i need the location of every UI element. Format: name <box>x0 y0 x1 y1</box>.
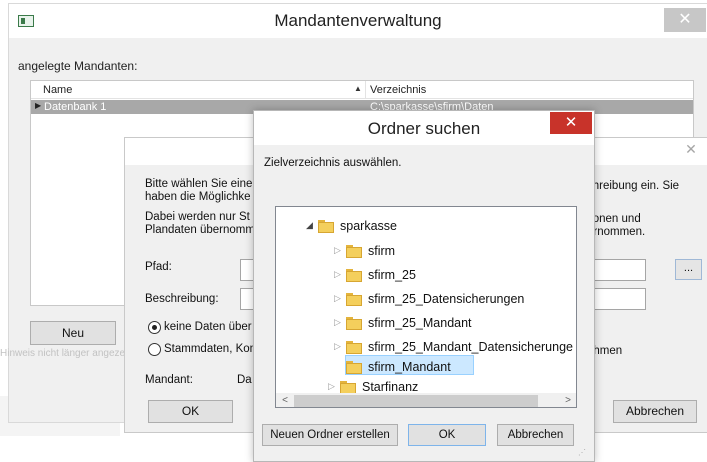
scroll-right-icon[interactable]: > <box>560 393 576 407</box>
intro-text-line: Dabei werden nur St <box>145 211 250 223</box>
horizontal-scrollbar[interactable]: < > <box>276 393 576 407</box>
resize-grip-icon[interactable]: ⋰ <box>578 448 590 460</box>
sort-ascending-icon: ▲ <box>354 84 362 93</box>
tree-item-label: sfirm_25 <box>368 268 416 282</box>
column-divider[interactable] <box>365 81 366 99</box>
mandant-label: Mandant: <box>145 374 193 386</box>
folder-icon <box>346 293 362 306</box>
radio-keine-daten-label[interactable]: keine Daten über <box>164 321 252 333</box>
mandant-value: Da <box>237 374 252 386</box>
tree-item-label: sfirm_Mandant <box>368 360 451 374</box>
tree-item-label: sfirm_25_Mandant_Datensicherunge <box>368 340 573 354</box>
collapsed-arrow-icon[interactable]: ▷ <box>328 381 335 392</box>
close-icon[interactable]: ✕ <box>673 138 707 160</box>
row-name-cell: Datenbank 1 <box>44 101 107 113</box>
beschreibung-label: Beschreibung: <box>145 293 219 305</box>
tree-item-label: Starfinanz <box>362 380 419 394</box>
column-header-verzeichnis[interactable]: Verzeichnis <box>370 84 426 96</box>
pfad-label: Pfad: <box>145 261 172 273</box>
neu-button[interactable]: Neu <box>30 321 116 345</box>
intro-text-line: haben die Möglichke <box>145 191 251 203</box>
abbrechen-button[interactable]: Abbrechen <box>497 424 574 446</box>
intro-text-line: Plandaten übernomm <box>145 224 255 236</box>
close-icon[interactable]: ✕ <box>664 8 706 32</box>
tree-item-label: sfirm_25_Mandant <box>368 316 472 330</box>
horizontal-scroll-thumb[interactable] <box>294 395 538 407</box>
ok-button[interactable]: OK <box>148 400 233 423</box>
folder-icon <box>346 361 362 374</box>
folder-icon <box>346 245 362 258</box>
window-title: Mandantenverwaltung <box>274 11 442 30</box>
radio-stammdaten[interactable] <box>148 343 161 356</box>
intro-text-fragment: chreibung ein. Sie <box>587 180 680 192</box>
intro-text-fragment: tionen und <box>587 213 641 225</box>
radio-keine-daten[interactable] <box>148 321 161 334</box>
list-header: Name ▲ Verzeichnis <box>31 81 693 99</box>
collapsed-arrow-icon[interactable]: ▷ <box>334 341 341 352</box>
dialog-title: Ordner suchen <box>367 119 481 138</box>
browse-button[interactable]: ... <box>675 259 702 280</box>
collapsed-arrow-icon[interactable]: ▷ <box>334 317 341 328</box>
close-icon[interactable]: ✕ <box>550 112 592 134</box>
folder-icon <box>346 269 362 282</box>
intro-text-line: Bitte wählen Sie eine <box>145 178 253 190</box>
abbrechen-button[interactable]: Abbrechen <box>613 400 697 423</box>
instruction-text: Zielverzeichnis auswählen. <box>264 157 402 169</box>
tree-item-label: sfirm_25_Datensicherungen <box>368 292 525 306</box>
tree-item-label: sparkasse <box>340 219 397 233</box>
tree-item-label: sfirm <box>368 244 396 258</box>
row-pointer-icon: ▶ <box>35 101 42 110</box>
scroll-left-icon[interactable]: < <box>277 393 293 407</box>
folder-icon <box>346 341 362 354</box>
folder-dialog-titlebar: Ordner suchen ✕ <box>254 111 594 145</box>
collapsed-arrow-icon[interactable]: ▷ <box>334 293 341 304</box>
main-titlebar: Mandantenverwaltung ✕ <box>9 4 707 38</box>
mandanten-list-caption: angelegte Mandanten: <box>18 59 138 73</box>
expanded-arrow-icon[interactable]: ◢ <box>306 220 313 231</box>
ok-button[interactable]: OK <box>408 424 486 446</box>
ordner-suchen-dialog: Ordner suchen ✕ Zielverzeichnis auswähle… <box>253 110 595 462</box>
folder-tree[interactable]: ◢ sparkasse ▷ sfirm ▷ sfirm_25 ▷ sfirm_2… <box>275 206 577 408</box>
new-folder-button[interactable]: Neuen Ordner erstellen <box>262 424 398 446</box>
intro-text-fragment: ernommen. <box>587 226 646 238</box>
collapsed-arrow-icon[interactable]: ▷ <box>334 269 341 280</box>
hint-text: Hinweis nicht länger angezeigt <box>0 348 136 359</box>
folder-icon <box>346 317 362 330</box>
radio-stammdaten-label[interactable]: Stammdaten, Kon <box>164 343 256 355</box>
column-header-name[interactable]: Name <box>43 84 72 96</box>
folder-icon <box>318 220 334 233</box>
collapsed-arrow-icon[interactable]: ▷ <box>334 245 341 256</box>
